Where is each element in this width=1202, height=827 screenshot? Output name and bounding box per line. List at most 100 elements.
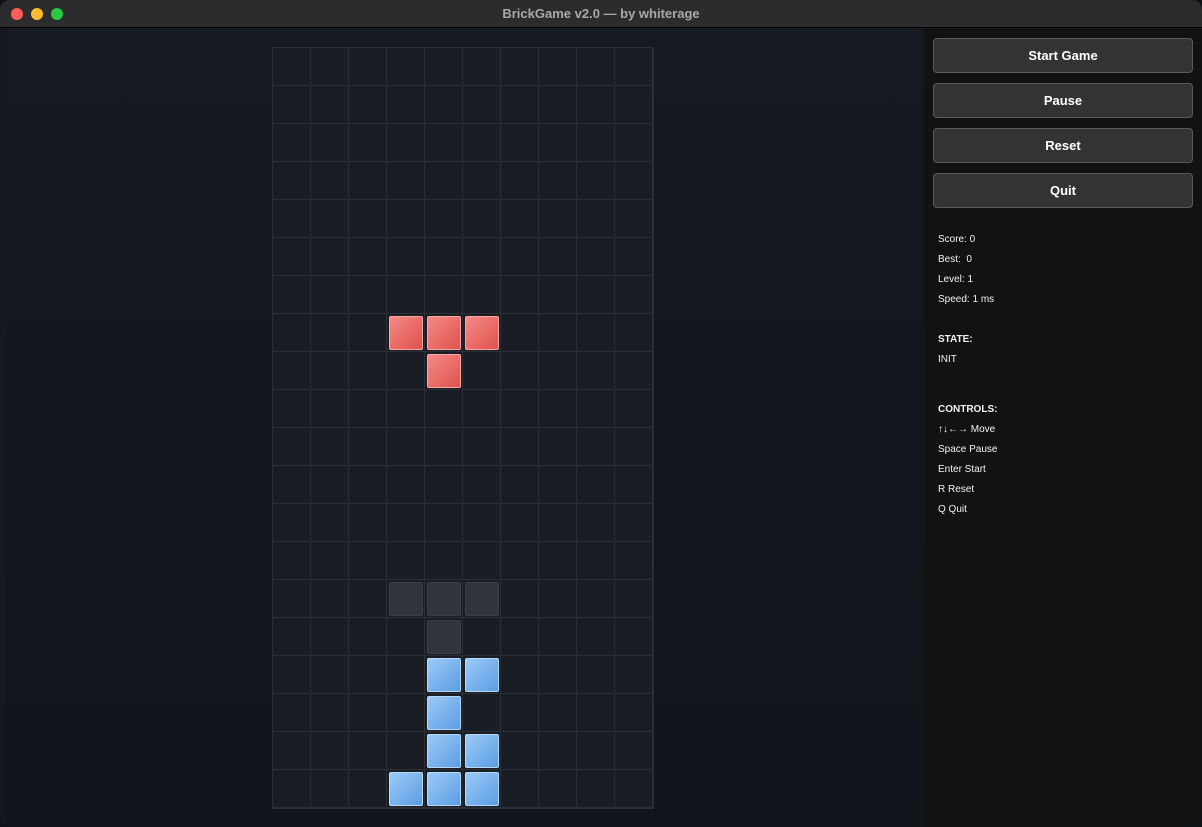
board-cell — [501, 542, 539, 580]
ghost-piece-block — [427, 620, 461, 654]
board-cell — [349, 86, 387, 124]
board-cell — [463, 504, 501, 542]
locked-block — [465, 658, 499, 692]
state-value: INIT — [938, 354, 957, 365]
board-cell — [615, 390, 653, 428]
board-cell — [577, 200, 615, 238]
board-cell — [615, 352, 653, 390]
board-cell — [615, 618, 653, 656]
board-cell — [539, 770, 577, 808]
board-cell — [387, 352, 425, 390]
board-cell — [349, 162, 387, 200]
locked-block — [389, 772, 423, 806]
board-cell — [311, 504, 349, 542]
board-cell — [349, 428, 387, 466]
board-cell — [615, 314, 653, 352]
board-cell — [349, 48, 387, 86]
board-cell — [615, 124, 653, 162]
board-cell — [387, 542, 425, 580]
board-cell — [615, 542, 653, 580]
board-cell — [349, 542, 387, 580]
board-cell — [577, 390, 615, 428]
board-cell — [463, 200, 501, 238]
board-cell — [501, 314, 539, 352]
reset-button[interactable]: Reset — [933, 128, 1193, 163]
board-cell — [311, 162, 349, 200]
board-cell — [577, 656, 615, 694]
board-cell — [273, 48, 311, 86]
board-cell — [615, 694, 653, 732]
board-cell — [387, 466, 425, 504]
board-cell — [463, 162, 501, 200]
board-cell — [311, 466, 349, 504]
locked-block — [427, 772, 461, 806]
board-cell — [425, 86, 463, 124]
board-cell — [501, 580, 539, 618]
quit-button[interactable]: Quit — [933, 173, 1193, 208]
board-cell — [311, 276, 349, 314]
board-cell — [539, 694, 577, 732]
board-cell — [539, 656, 577, 694]
board-cell — [311, 314, 349, 352]
board-cell — [273, 618, 311, 656]
board-cell — [273, 504, 311, 542]
start-game-button[interactable]: Start Game — [933, 38, 1193, 73]
control-quit: Q Quit — [938, 504, 967, 515]
locked-block — [427, 696, 461, 730]
board-cell — [615, 732, 653, 770]
board-cell — [577, 466, 615, 504]
active-piece-block — [465, 316, 499, 350]
board-cell — [387, 428, 425, 466]
board-cell — [501, 276, 539, 314]
board-cell — [387, 694, 425, 732]
board-cell — [273, 390, 311, 428]
board-cell — [311, 86, 349, 124]
board-cell — [349, 580, 387, 618]
board-cell — [349, 504, 387, 542]
board-cell — [425, 200, 463, 238]
board-cell — [615, 504, 653, 542]
board-cell — [501, 694, 539, 732]
board-cell — [577, 314, 615, 352]
board-cell — [577, 162, 615, 200]
board-cell — [577, 580, 615, 618]
board-cell — [539, 504, 577, 542]
board-cell — [463, 618, 501, 656]
pause-button[interactable]: Pause — [933, 83, 1193, 118]
board-cell — [387, 618, 425, 656]
board-cell — [349, 618, 387, 656]
board-cell — [387, 276, 425, 314]
board-cell — [349, 124, 387, 162]
board-cell — [273, 542, 311, 580]
board-cell — [577, 124, 615, 162]
board-cell — [577, 352, 615, 390]
board-cell — [387, 86, 425, 124]
board-cell — [311, 770, 349, 808]
ghost-piece-block — [427, 582, 461, 616]
board-cell — [539, 466, 577, 504]
board-cell — [615, 86, 653, 124]
board-cell — [349, 200, 387, 238]
board-cell — [539, 580, 577, 618]
board-cell — [273, 238, 311, 276]
board-cell — [311, 390, 349, 428]
state-heading: STATE: — [938, 334, 973, 345]
board-cell — [539, 48, 577, 86]
control-reset: R Reset — [938, 484, 975, 495]
control-start: Enter Start — [938, 464, 986, 475]
board-cell — [577, 694, 615, 732]
title-bar: BrickGame v2.0 — by whiterage — [0, 0, 1202, 28]
board-cell — [273, 732, 311, 770]
board-cell — [387, 732, 425, 770]
board-cell — [349, 390, 387, 428]
board-cell — [501, 428, 539, 466]
board-cell — [615, 580, 653, 618]
ghost-piece-block — [389, 582, 423, 616]
board-cell — [311, 428, 349, 466]
board-cell — [349, 732, 387, 770]
board-cell — [311, 542, 349, 580]
board-cell — [463, 542, 501, 580]
board-cell — [501, 124, 539, 162]
board-cell — [539, 732, 577, 770]
control-pause: Space Pause — [938, 444, 998, 455]
